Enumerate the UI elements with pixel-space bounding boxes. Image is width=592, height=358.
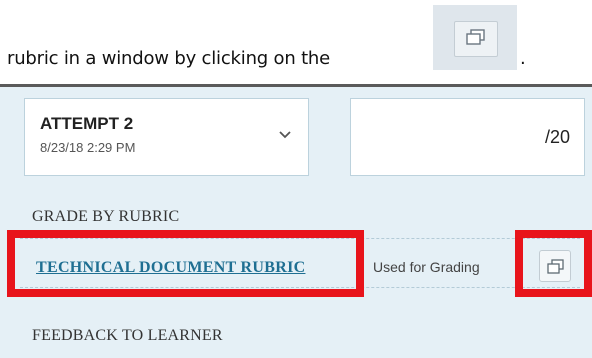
feedback-heading: FEEDBACK TO LEARNER	[32, 327, 223, 344]
grading-panel: ATTEMPT 2 8/23/18 2:29 PM /20 GRADE BY R…	[0, 87, 592, 358]
rubric-heading: GRADE BY RUBRIC	[32, 208, 180, 225]
open-rubric-window-button[interactable]	[539, 250, 571, 282]
instruction-text: rubric in a window by clicking on the	[7, 48, 331, 69]
attempt-selector[interactable]: ATTEMPT 2 8/23/18 2:29 PM	[24, 98, 309, 176]
attempt-title: ATTEMPT 2	[40, 114, 134, 133]
chevron-down-icon[interactable]	[277, 129, 293, 141]
rubric-status: Used for Grading	[373, 259, 480, 275]
attempt-date: 8/23/18 2:29 PM	[40, 140, 136, 155]
rubric-link[interactable]: TECHNICAL DOCUMENT RUBRIC	[36, 259, 305, 277]
open-in-window-icon	[454, 21, 498, 57]
instruction-period: .	[520, 48, 526, 69]
instruction-icon-image	[433, 5, 517, 70]
grade-input[interactable]: /20	[350, 98, 585, 176]
grade-score: /20	[544, 127, 570, 147]
open-in-window-icon	[547, 259, 564, 274]
